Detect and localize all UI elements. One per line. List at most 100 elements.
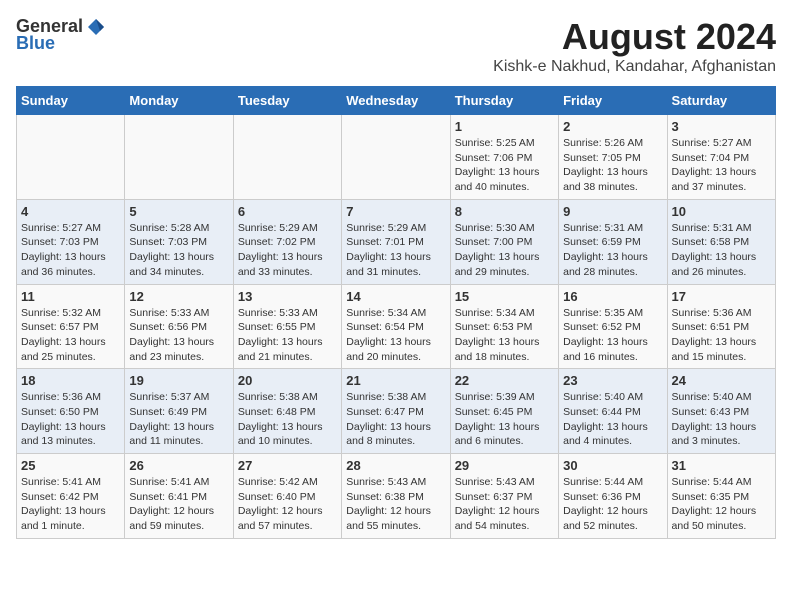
calendar-cell: 19Sunrise: 5:37 AM Sunset: 6:49 PM Dayli… [125,369,233,454]
calendar-cell: 3Sunrise: 5:27 AM Sunset: 7:04 PM Daylig… [667,115,775,200]
calendar-cell: 22 Sunrise: 5:39 AM Sunset: 6:45 PM Dayli… [450,369,558,454]
day-number: 17 [672,289,771,304]
calendar-cell: 7 Sunrise: 5:29 AM Sunset: 7:01 PM Daylig… [342,199,450,284]
calendar-header-row: SundayMondayTuesdayWednesdayThursdayFrid… [17,87,776,115]
calendar-cell: 10 Sunrise: 5:31 AM Sunset: 6:58 PM Dayli… [667,199,775,284]
header-tuesday: Tuesday [233,87,341,115]
day-info: Sunrise: 5:39 AM Sunset: 6:45 PM Dayligh… [455,390,554,449]
day-info: Sunrise: 5:38 AM Sunset: 6:47 PM Dayligh… [346,390,445,449]
day-info: Sunrise: 5:30 AM Sunset: 7:00 PM Dayligh… [455,221,554,280]
day-number: 12 [129,289,228,304]
calendar-cell: 17 Sunrise: 5:36 AM Sunset: 6:51 PM Dayli… [667,284,775,369]
title-block: August 2024 Kishk-e Nakhud, Kandahar, Af… [493,16,776,76]
calendar-cell: 12Sunrise: 5:33 AM Sunset: 6:56 PM Dayli… [125,284,233,369]
day-info: Sunrise: 5:34 AM Sunset: 6:53 PM Dayligh… [455,306,554,365]
calendar-cell: 14 Sunrise: 5:34 AM Sunset: 6:54 PM Dayli… [342,284,450,369]
day-info: Sunrise: 5:36 AM Sunset: 6:51 PM Dayligh… [672,306,771,365]
day-number: 6 [238,204,337,219]
header-monday: Monday [125,87,233,115]
day-info: Sunrise: 5:31 AM Sunset: 6:59 PM Dayligh… [563,221,662,280]
header-sunday: Sunday [17,87,125,115]
day-info: Sunrise: 5:34 AM Sunset: 6:54 PM Dayligh… [346,306,445,365]
day-number: 5 [129,204,228,219]
header-saturday: Saturday [667,87,775,115]
day-info: Sunrise: 5:41 AM Sunset: 6:42 PM Dayligh… [21,475,120,534]
day-number: 22 [455,373,554,388]
page-title: August 2024 [493,16,776,58]
calendar-cell: 25 Sunrise: 5:41 AM Sunset: 6:42 PM Dayli… [17,454,125,539]
calendar-cell [125,115,233,200]
calendar-cell: 6 Sunrise: 5:29 AM Sunset: 7:02 PM Daylig… [233,199,341,284]
day-info: Sunrise: 5:32 AM Sunset: 6:57 PM Dayligh… [21,306,120,365]
day-info: Sunrise: 5:26 AM Sunset: 7:05 PM Dayligh… [563,136,662,195]
day-number: 16 [563,289,662,304]
header-friday: Friday [559,87,667,115]
day-number: 15 [455,289,554,304]
calendar-cell: 2Sunrise: 5:26 AM Sunset: 7:05 PM Daylig… [559,115,667,200]
day-number: 29 [455,458,554,473]
day-info: Sunrise: 5:35 AM Sunset: 6:52 PM Dayligh… [563,306,662,365]
day-info: Sunrise: 5:44 AM Sunset: 6:35 PM Dayligh… [672,475,771,534]
day-info: Sunrise: 5:40 AM Sunset: 6:43 PM Dayligh… [672,390,771,449]
calendar-cell: 29 Sunrise: 5:43 AM Sunset: 6:37 PM Dayli… [450,454,558,539]
calendar-cell: 21 Sunrise: 5:38 AM Sunset: 6:47 PM Dayli… [342,369,450,454]
day-info: Sunrise: 5:41 AM Sunset: 6:41 PM Dayligh… [129,475,228,534]
day-number: 18 [21,373,120,388]
day-number: 4 [21,204,120,219]
calendar-cell: 11 Sunrise: 5:32 AM Sunset: 6:57 PM Dayli… [17,284,125,369]
day-info: Sunrise: 5:43 AM Sunset: 6:37 PM Dayligh… [455,475,554,534]
day-number: 23 [563,373,662,388]
day-number: 31 [672,458,771,473]
day-number: 1 [455,119,554,134]
day-info: Sunrise: 5:43 AM Sunset: 6:38 PM Dayligh… [346,475,445,534]
day-number: 9 [563,204,662,219]
calendar-cell: 20 Sunrise: 5:38 AM Sunset: 6:48 PM Dayli… [233,369,341,454]
calendar-cell: 1 Sunrise: 5:25 AM Sunset: 7:06 PM Daylig… [450,115,558,200]
logo: General Blue [16,16,106,54]
calendar-week-1: 1 Sunrise: 5:25 AM Sunset: 7:06 PM Daylig… [17,115,776,200]
calendar-cell: 28 Sunrise: 5:43 AM Sunset: 6:38 PM Dayli… [342,454,450,539]
calendar-cell: 30 Sunrise: 5:44 AM Sunset: 6:36 PM Dayli… [559,454,667,539]
day-number: 30 [563,458,662,473]
calendar-cell [233,115,341,200]
day-number: 20 [238,373,337,388]
day-number: 27 [238,458,337,473]
day-info: Sunrise: 5:25 AM Sunset: 7:06 PM Dayligh… [455,136,554,195]
logo-icon [86,17,106,37]
calendar-cell: 27 Sunrise: 5:42 AM Sunset: 6:40 PM Dayli… [233,454,341,539]
day-info: Sunrise: 5:44 AM Sunset: 6:36 PM Dayligh… [563,475,662,534]
day-info: Sunrise: 5:31 AM Sunset: 6:58 PM Dayligh… [672,221,771,280]
day-number: 28 [346,458,445,473]
day-info: Sunrise: 5:27 AM Sunset: 7:03 PM Dayligh… [21,221,120,280]
calendar-cell: 9 Sunrise: 5:31 AM Sunset: 6:59 PM Daylig… [559,199,667,284]
calendar-cell: 16 Sunrise: 5:35 AM Sunset: 6:52 PM Dayli… [559,284,667,369]
day-number: 21 [346,373,445,388]
day-info: Sunrise: 5:40 AM Sunset: 6:44 PM Dayligh… [563,390,662,449]
calendar-table: SundayMondayTuesdayWednesdayThursdayFrid… [16,86,776,539]
calendar-cell [17,115,125,200]
calendar-cell: 13Sunrise: 5:33 AM Sunset: 6:55 PM Dayli… [233,284,341,369]
calendar-cell: 5Sunrise: 5:28 AM Sunset: 7:03 PM Daylig… [125,199,233,284]
day-number: 10 [672,204,771,219]
day-info: Sunrise: 5:42 AM Sunset: 6:40 PM Dayligh… [238,475,337,534]
day-info: Sunrise: 5:38 AM Sunset: 6:48 PM Dayligh… [238,390,337,449]
day-number: 14 [346,289,445,304]
day-info: Sunrise: 5:29 AM Sunset: 7:01 PM Dayligh… [346,221,445,280]
day-number: 7 [346,204,445,219]
day-number: 11 [21,289,120,304]
page-subtitle: Kishk-e Nakhud, Kandahar, Afghanistan [493,58,776,76]
day-info: Sunrise: 5:29 AM Sunset: 7:02 PM Dayligh… [238,221,337,280]
calendar-cell: 31 Sunrise: 5:44 AM Sunset: 6:35 PM Dayli… [667,454,775,539]
calendar-cell: 4 Sunrise: 5:27 AM Sunset: 7:03 PM Daylig… [17,199,125,284]
header-wednesday: Wednesday [342,87,450,115]
calendar-cell: 24Sunrise: 5:40 AM Sunset: 6:43 PM Dayli… [667,369,775,454]
day-number: 19 [129,373,228,388]
calendar-week-2: 4 Sunrise: 5:27 AM Sunset: 7:03 PM Daylig… [17,199,776,284]
calendar-cell: 18Sunrise: 5:36 AM Sunset: 6:50 PM Dayli… [17,369,125,454]
calendar-cell: 26 Sunrise: 5:41 AM Sunset: 6:41 PM Dayli… [125,454,233,539]
day-number: 3 [672,119,771,134]
calendar-cell: 8Sunrise: 5:30 AM Sunset: 7:00 PM Daylig… [450,199,558,284]
day-number: 25 [21,458,120,473]
day-number: 26 [129,458,228,473]
day-info: Sunrise: 5:33 AM Sunset: 6:55 PM Dayligh… [238,306,337,365]
